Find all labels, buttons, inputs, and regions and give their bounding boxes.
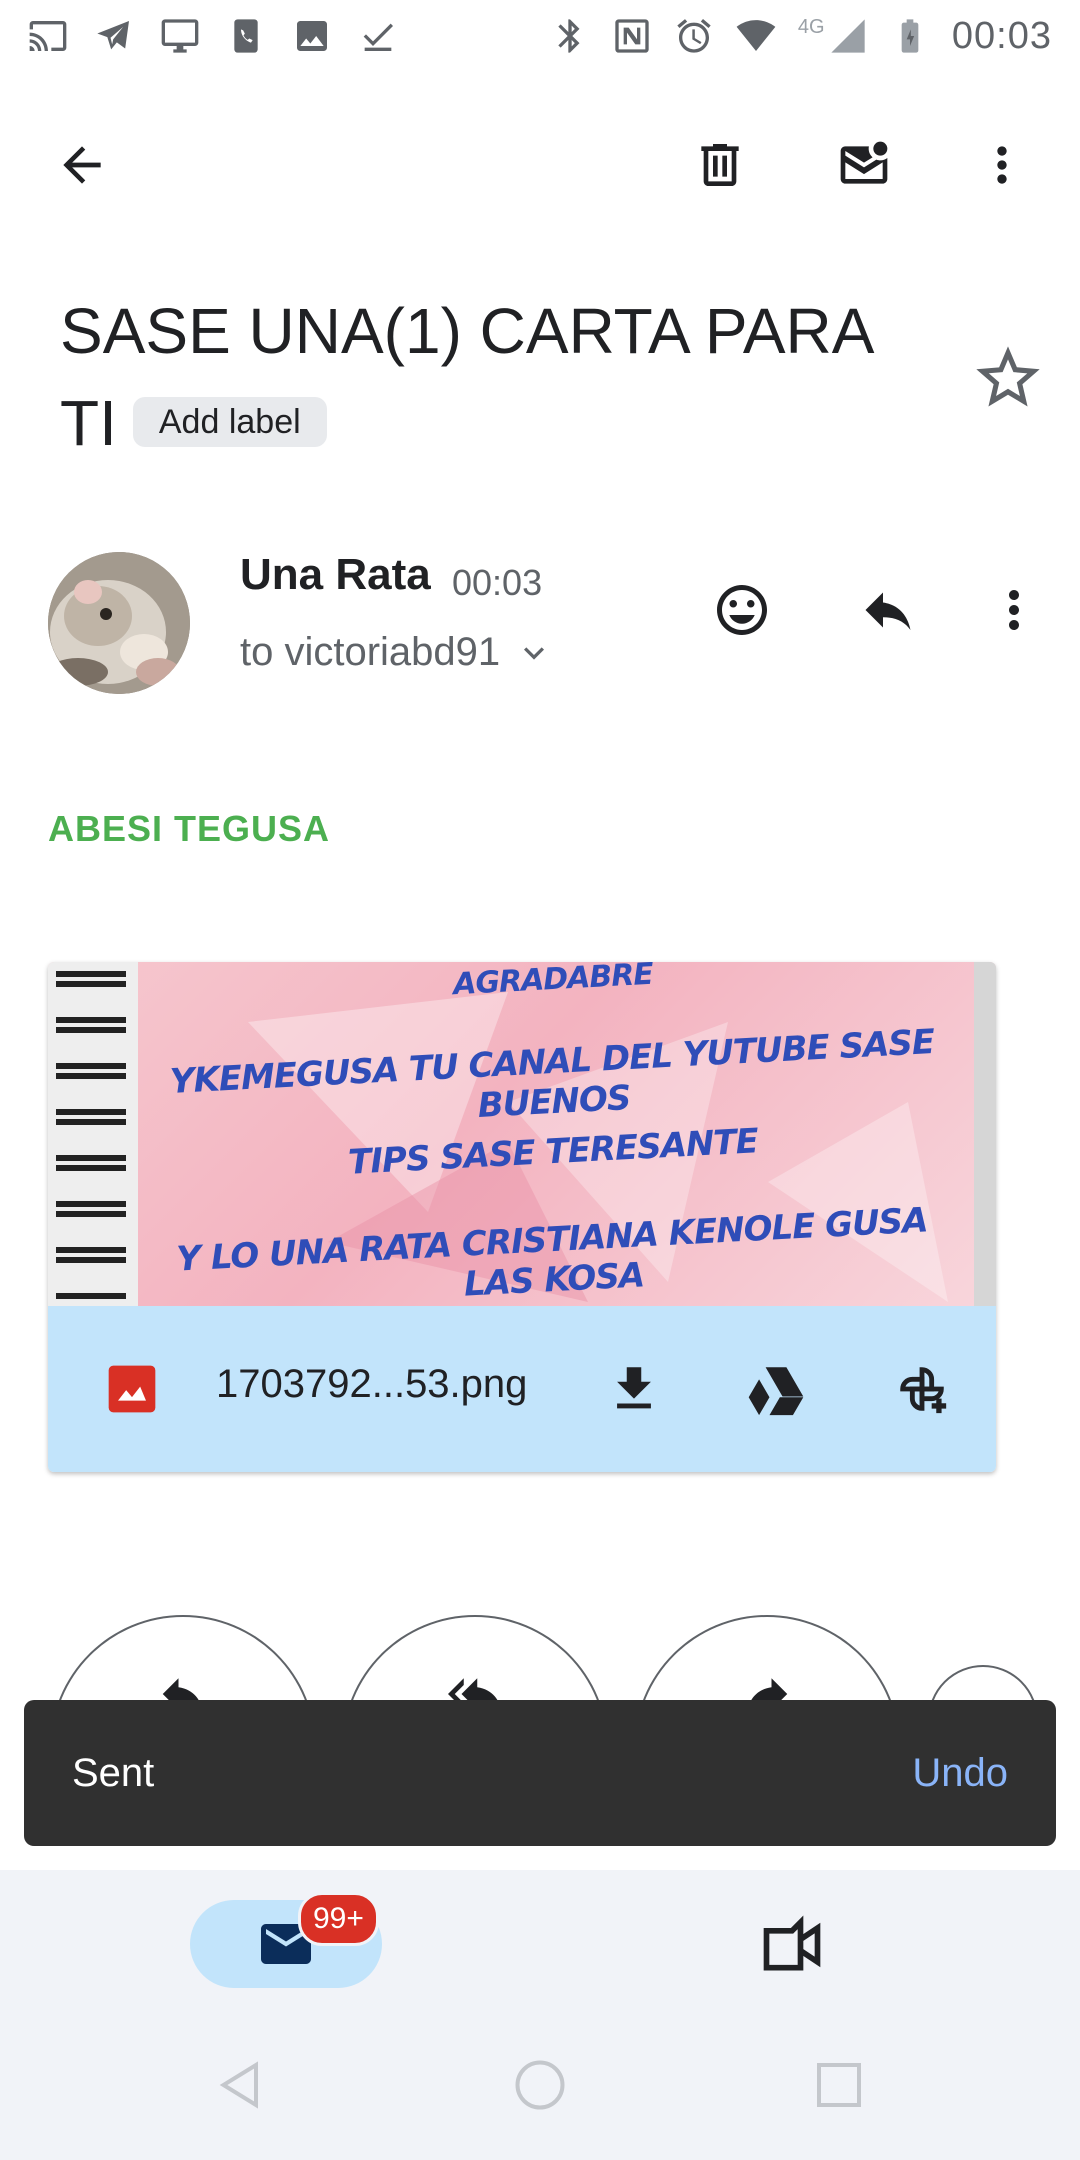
star-button[interactable] bbox=[970, 340, 1046, 416]
system-navigation-bar bbox=[0, 2010, 1080, 2160]
telegram-icon bbox=[94, 16, 134, 56]
recipient-text: to victoriabd91 bbox=[240, 630, 501, 674]
mark-unread-icon bbox=[840, 141, 888, 184]
meet-icon bbox=[763, 1915, 821, 1971]
triangle-back-icon bbox=[219, 2061, 258, 2109]
emoji-icon bbox=[717, 585, 767, 635]
recipient-details[interactable]: to victoriabd91 bbox=[240, 630, 554, 675]
mark-unread-button[interactable] bbox=[824, 125, 904, 205]
system-back-button[interactable] bbox=[206, 2050, 276, 2120]
bluetooth-icon bbox=[550, 16, 590, 56]
battery-icon bbox=[890, 16, 930, 56]
more-vert-icon bbox=[1009, 590, 1019, 630]
reply-button[interactable] bbox=[848, 570, 928, 650]
more-options-button[interactable] bbox=[962, 125, 1042, 205]
email-subject: SASE UNA(1) CARTA PARA TI Add label bbox=[60, 285, 940, 469]
attachment-card[interactable]: AGRADABRE YKEMEGUSA TU CANAL DEL YUTUBE … bbox=[48, 962, 996, 1472]
network-type: 4G bbox=[797, 16, 825, 38]
sender-avatar[interactable] bbox=[48, 552, 190, 694]
cast-icon bbox=[28, 16, 68, 56]
star-outline-icon bbox=[976, 346, 1040, 407]
square-recents-icon bbox=[817, 2063, 861, 2107]
message-more-button[interactable] bbox=[974, 570, 1054, 650]
back-button[interactable] bbox=[42, 125, 122, 205]
delete-icon bbox=[701, 144, 739, 186]
clock: 00:03 bbox=[951, 14, 1052, 57]
attachment-filename[interactable]: 1703792...53.png bbox=[216, 1362, 527, 1407]
nav-meet-tab[interactable] bbox=[752, 1910, 832, 1980]
save-to-drive-button[interactable] bbox=[736, 1349, 816, 1429]
chevron-down-icon bbox=[524, 646, 545, 660]
attachment-preview[interactable]: AGRADABRE YKEMEGUSA TU CANAL DEL YUTUBE … bbox=[48, 962, 996, 1306]
alarm-icon bbox=[674, 16, 714, 56]
drive-icon bbox=[748, 1367, 804, 1416]
photos-add-icon bbox=[900, 1367, 947, 1414]
bottom-navigation: 99+ bbox=[0, 1870, 1080, 2010]
attachment-bar: 1703792...53.png bbox=[48, 1306, 996, 1472]
download-icon bbox=[617, 1367, 651, 1409]
signal-icon: 4G bbox=[798, 16, 868, 56]
system-home-button[interactable] bbox=[505, 2050, 575, 2120]
image-file-icon bbox=[108, 1365, 156, 1413]
undo-button[interactable]: Undo bbox=[912, 1751, 1008, 1796]
delete-button[interactable] bbox=[680, 125, 760, 205]
notebook-spiral bbox=[48, 962, 138, 1306]
image-icon bbox=[292, 16, 332, 56]
status-bar: 4G 00:03 bbox=[0, 0, 1080, 72]
task-check-icon bbox=[358, 16, 398, 56]
add-to-photos-button[interactable] bbox=[882, 1349, 962, 1429]
phone-icon bbox=[226, 16, 266, 56]
desktop-icon bbox=[160, 16, 200, 56]
system-recents-button[interactable] bbox=[804, 2050, 874, 2120]
snackbar: Sent Undo bbox=[24, 1700, 1056, 1846]
download-button[interactable] bbox=[594, 1349, 674, 1429]
email-time: 00:03 bbox=[452, 562, 543, 603]
more-vert-icon bbox=[997, 146, 1007, 184]
sender-name[interactable]: Una Rata bbox=[240, 550, 431, 600]
unread-count-badge: 99+ bbox=[298, 1892, 379, 1946]
reply-icon bbox=[865, 592, 911, 630]
add-reaction-button[interactable] bbox=[702, 570, 782, 650]
email-body-text: ABESI TEGUSA bbox=[48, 808, 331, 849]
add-label-chip[interactable]: Add label bbox=[132, 397, 327, 448]
top-app-bar bbox=[0, 110, 1080, 220]
snackbar-message: Sent bbox=[72, 1750, 155, 1795]
hamster-photo bbox=[48, 552, 190, 694]
wifi-icon bbox=[736, 16, 776, 56]
back-arrow-icon bbox=[63, 146, 101, 184]
circle-home-icon bbox=[515, 2060, 565, 2110]
nfc-icon bbox=[612, 16, 652, 56]
